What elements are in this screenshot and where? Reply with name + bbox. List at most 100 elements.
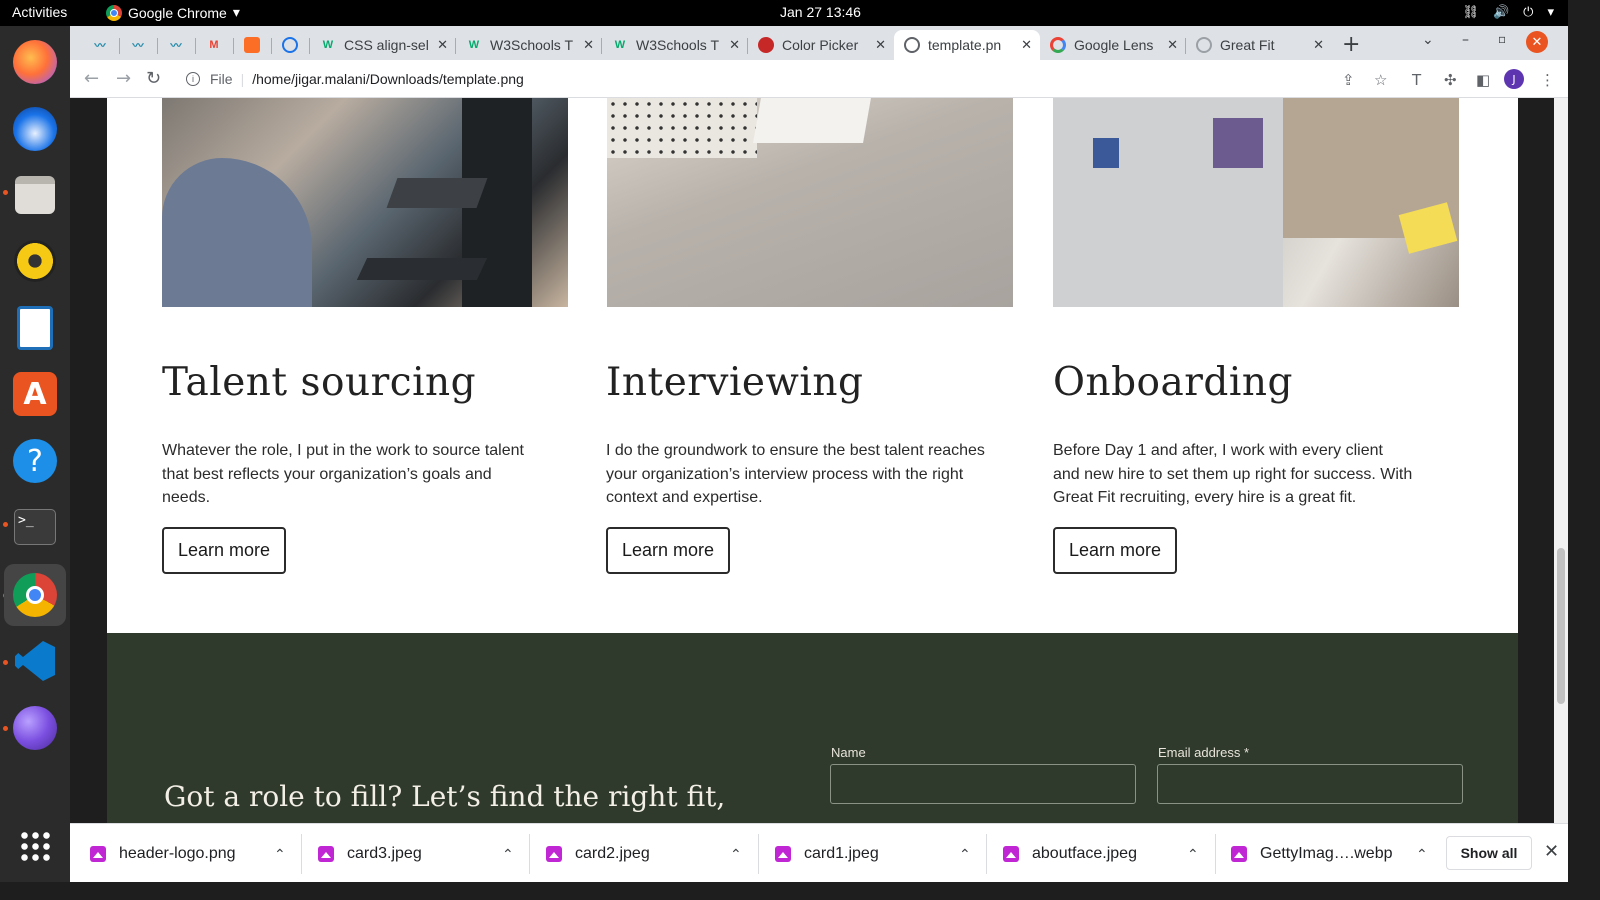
card-image-onboarding <box>1053 98 1459 307</box>
learn-more-button[interactable]: Learn more <box>162 527 287 574</box>
learn-more-button[interactable]: Learn more <box>1053 527 1178 574</box>
writer-icon <box>17 306 53 350</box>
tab-2[interactable]: 〰 <box>120 30 158 60</box>
app-menu[interactable]: Google Chrome ▾ <box>106 4 240 21</box>
extensions-icon[interactable]: ✣ <box>1444 71 1457 89</box>
chevron-up-icon: ⌃ <box>1416 845 1428 862</box>
url-text[interactable]: /home/jigar.malani/Downloads/template.pn… <box>252 71 524 87</box>
tab-1[interactable]: 〰 <box>82 30 120 60</box>
download-item[interactable]: aboutface.jpeg <box>1003 840 1137 868</box>
webpage: Talent sourcing Whatever the role, I put… <box>107 98 1518 823</box>
close-icon[interactable]: ✕ <box>1313 37 1324 53</box>
dock-vscode[interactable] <box>11 637 59 685</box>
page-viewport: Talent sourcing Whatever the role, I put… <box>70 98 1568 823</box>
gitlab-icon <box>244 37 260 53</box>
tab-google-lens[interactable]: Google Lens ✕ <box>1040 30 1186 60</box>
tab-gitlab[interactable] <box>234 30 272 60</box>
show-all-downloads-button[interactable]: Show all <box>1446 836 1532 870</box>
files-icon <box>15 176 55 214</box>
app-name: Google Chrome <box>128 4 227 21</box>
dock-chrome[interactable] <box>4 564 66 626</box>
learn-more-button[interactable]: Learn more <box>606 527 731 574</box>
dock-writer[interactable] <box>11 304 59 352</box>
close-icon[interactable]: ✕ <box>1167 37 1178 53</box>
running-indicator <box>3 190 8 195</box>
window-close-button[interactable]: ✕ <box>1526 31 1548 53</box>
new-tab-button[interactable]: + <box>1342 32 1360 57</box>
minimize-button[interactable]: – <box>1462 32 1469 48</box>
colorpicker-icon <box>758 37 774 53</box>
image-file-icon <box>775 846 791 862</box>
tab-w3schools-2[interactable]: W W3Schools T ✕ <box>602 30 748 60</box>
tab-color-picker[interactable]: Color Picker ✕ <box>748 30 894 60</box>
activities-button[interactable]: Activities <box>12 4 67 20</box>
show-applications-button[interactable] <box>11 822 59 870</box>
share-icon[interactable]: ⇪ <box>1342 71 1355 89</box>
page-scrollbar[interactable] <box>1554 98 1568 823</box>
tab-great-fit[interactable]: Great Fit ✕ <box>1186 30 1332 60</box>
email-field[interactable] <box>1157 764 1463 804</box>
software-store-icon: A <box>13 372 57 416</box>
network-icon: ⛓ <box>1462 4 1479 19</box>
close-icon[interactable]: ✕ <box>1021 37 1032 53</box>
card-image-interviewing <box>607 98 1013 307</box>
download-item[interactable]: card1.jpeg <box>775 840 879 868</box>
dock-help[interactable]: ? <box>11 437 59 485</box>
translate-extension-icon[interactable]: T <box>1412 71 1421 89</box>
forward-button[interactable]: → <box>116 68 131 89</box>
dock-files[interactable] <box>11 171 59 219</box>
toolbar: ← → ↻ i File | /home/jigar.malani/Downlo… <box>70 60 1568 98</box>
power-icon: ⏻ <box>1523 4 1534 19</box>
dock: A ? >_ <box>0 26 70 882</box>
menu-kebab-icon[interactable]: ⋮ <box>1540 71 1555 89</box>
scrollbar-thumb[interactable] <box>1557 548 1565 704</box>
name-label: Name <box>831 745 866 760</box>
download-item[interactable]: header-logo.png <box>90 840 236 868</box>
download-item[interactable]: card2.jpeg <box>546 840 650 868</box>
contact-section: Got a role to fill? Let’s find the right… <box>107 633 1518 823</box>
tab-6[interactable] <box>272 30 310 60</box>
close-icon[interactable]: ✕ <box>1544 841 1559 862</box>
chrome-icon <box>106 4 122 21</box>
download-item[interactable]: card3.jpeg <box>318 840 422 868</box>
close-icon[interactable]: ✕ <box>437 37 448 53</box>
clock[interactable]: Jan 27 13:46 <box>780 4 861 20</box>
chrome-icon <box>13 573 57 617</box>
downloads-shelf: header-logo.png ⌃ card3.jpeg ⌃ card2.jpe… <box>70 823 1568 882</box>
running-indicator <box>3 660 8 665</box>
dock-firefox[interactable] <box>11 38 59 86</box>
close-icon[interactable]: ✕ <box>875 37 886 53</box>
tab-strip: 〰 〰 〰 M W CSS align-sel ✕ W W3Schools T ✕ WW… <box>70 26 1568 60</box>
profile-avatar[interactable]: J <box>1504 69 1524 89</box>
close-icon[interactable]: ✕ <box>729 37 740 53</box>
info-icon[interactable]: i <box>186 72 200 86</box>
download-item[interactable]: GettyImag….webp <box>1231 840 1393 868</box>
email-label: Email address * <box>1158 745 1250 760</box>
dock-terminal[interactable]: >_ <box>11 503 59 551</box>
card-title: Onboarding <box>1053 360 1293 405</box>
terminal-icon: >_ <box>14 509 56 545</box>
name-field[interactable] <box>830 764 1136 804</box>
restore-button[interactable]: ▫ <box>1498 32 1506 46</box>
tab-w3schools-1[interactable]: W W3Schools T ✕ <box>456 30 602 60</box>
side-panel-icon[interactable]: ◧ <box>1476 71 1490 89</box>
system-tray[interactable]: ⛓ 🔊 ⏻ ▾ <box>1462 4 1554 20</box>
back-button[interactable]: ← <box>84 68 99 89</box>
reload-button[interactable]: ↻ <box>146 68 161 89</box>
tab-template[interactable]: template.pn ✕ <box>894 30 1040 60</box>
dock-thunderbird[interactable] <box>11 105 59 153</box>
card-title: Talent sourcing <box>162 360 477 405</box>
tab-gmail[interactable]: M <box>196 30 234 60</box>
tab-search-button[interactable]: ⌄ <box>1422 32 1434 48</box>
dock-rhythmbox[interactable] <box>11 237 59 285</box>
tab-3[interactable]: 〰 <box>158 30 196 60</box>
dock-app-globe[interactable] <box>11 704 59 752</box>
tab-icon-3: 〰 <box>170 40 182 52</box>
close-icon[interactable]: ✕ <box>583 37 594 53</box>
bookmark-star-icon[interactable]: ☆ <box>1374 71 1387 89</box>
chevron-down-icon: ▾ <box>1547 4 1554 19</box>
tab-css-align[interactable]: W CSS align-sel ✕ <box>310 30 456 60</box>
address-bar[interactable]: i File | /home/jigar.malani/Downloads/te… <box>176 64 1466 94</box>
dock-software[interactable]: A <box>11 370 59 418</box>
globe-icon <box>904 37 920 53</box>
